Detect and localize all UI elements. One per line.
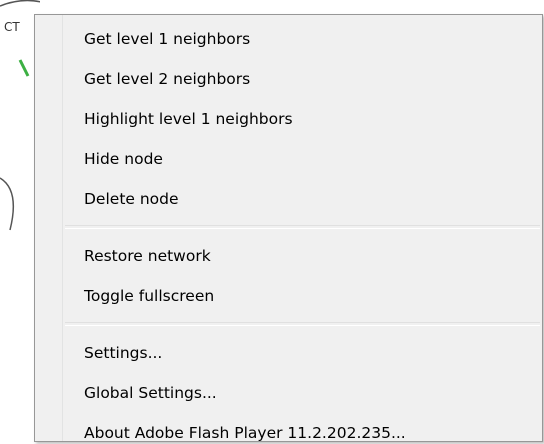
menu-item-delete-node[interactable]: Delete node xyxy=(35,179,542,219)
node-outline-left xyxy=(0,177,15,231)
context-menu: Get level 1 neighbors Get level 2 neighb… xyxy=(34,14,543,442)
menu-separator xyxy=(65,225,540,229)
menu-item-about-flash-player[interactable]: About Adobe Flash Player 11.2.202.235... xyxy=(35,413,542,444)
node-label-fragment: CT xyxy=(4,20,20,34)
screen: CT Get level 1 neighbors Get level 2 nei… xyxy=(0,0,544,444)
menu-item-toggle-fullscreen[interactable]: Toggle fullscreen xyxy=(35,276,542,316)
edge-green xyxy=(18,59,30,77)
menu-item-get-level-1-neighbors[interactable]: Get level 1 neighbors xyxy=(35,19,542,59)
menu-item-global-settings[interactable]: Global Settings... xyxy=(35,373,542,413)
menu-item-hide-node[interactable]: Hide node xyxy=(35,139,542,179)
menu-item-restore-network[interactable]: Restore network xyxy=(35,236,542,276)
menu-item-settings[interactable]: Settings... xyxy=(35,333,542,373)
node-outline-top xyxy=(0,0,59,9)
menu-separator xyxy=(65,322,540,326)
menu-list: Get level 1 neighbors Get level 2 neighb… xyxy=(35,19,542,444)
menu-item-highlight-level-1-neighbors[interactable]: Highlight level 1 neighbors xyxy=(35,99,542,139)
menu-item-get-level-2-neighbors[interactable]: Get level 2 neighbors xyxy=(35,59,542,99)
